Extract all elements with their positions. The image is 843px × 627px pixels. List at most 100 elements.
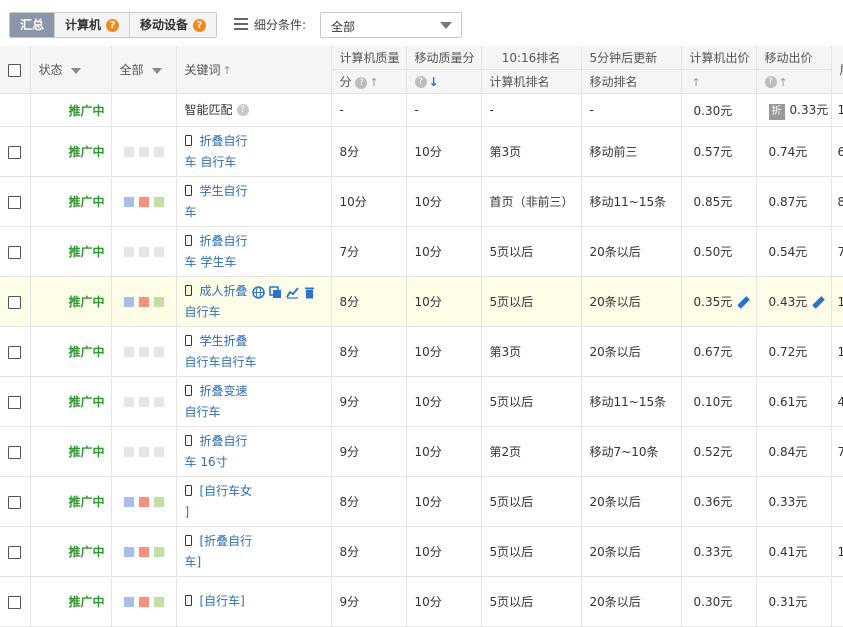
row-checkbox[interactable] (8, 396, 21, 409)
keyword-link[interactable]: 车 自行车 (185, 155, 237, 169)
mobile-bid[interactable]: 0.87元 (769, 195, 808, 209)
header-status[interactable]: 状态 (30, 46, 111, 94)
keyword-link[interactable]: 折叠自行 (200, 134, 248, 148)
keyword-link[interactable]: 成人折叠 (200, 284, 248, 298)
row-checkbox[interactable] (8, 296, 21, 309)
mobile-quality-score: 10分 (406, 477, 481, 527)
row-checkbox[interactable] (8, 346, 21, 359)
copy-icon[interactable] (269, 285, 282, 298)
keyword-link[interactable]: 折叠变速 (200, 384, 248, 398)
pc-bid[interactable]: 0.50元 (694, 245, 733, 259)
tab-computer[interactable]: 计算机? (55, 13, 130, 37)
device-indicator (111, 177, 176, 227)
pc-bid[interactable]: 0.52元 (694, 445, 733, 459)
header-pc-rank[interactable]: 计算机排名 (481, 70, 581, 94)
mobile-bid[interactable]: 0.61元 (769, 395, 808, 409)
header-pc-quality[interactable]: 计算机质量 (331, 46, 406, 70)
header-mobile-quality-sub[interactable]: ?↓ (406, 70, 481, 94)
help-icon[interactable]: ? (193, 19, 206, 32)
help-icon[interactable]: ? (106, 19, 119, 32)
mobile-bid[interactable]: 0.33元 (769, 495, 808, 509)
keyword-link[interactable]: 车 学生车 (185, 255, 237, 269)
pc-bid[interactable]: 0.33元 (694, 545, 733, 559)
header-pc-bid-sub[interactable]: ↑ (681, 70, 756, 94)
pc-bid[interactable]: 0.30元 (694, 595, 733, 609)
pc-bid[interactable]: 0.67元 (694, 345, 733, 359)
caret-down-icon (152, 68, 162, 74)
phone-icon (185, 235, 192, 246)
keyword-link[interactable]: ] (185, 505, 190, 519)
row-checkbox-cell (0, 327, 30, 377)
pc-bid[interactable]: 0.36元 (694, 495, 733, 509)
keyword-link[interactable]: 车] (185, 555, 202, 569)
row-checkbox[interactable] (8, 246, 21, 259)
trash-icon[interactable] (303, 285, 316, 298)
edit-pencil-icon[interactable] (812, 296, 825, 309)
mobile-bid-cell: 0.54元 (756, 227, 831, 277)
pc-rank: 5页以后 (481, 227, 581, 277)
tab-summary[interactable]: 汇总 (10, 13, 55, 37)
header-mobile-bid-sub[interactable]: ?↑ (756, 70, 831, 94)
pc-bid[interactable]: 0.35元 (694, 295, 733, 309)
header-extra-label: 展 (840, 63, 843, 77)
help-icon[interactable]: ? (355, 77, 367, 89)
pc-rank: - (481, 94, 581, 127)
help-icon[interactable]: ? (237, 104, 249, 116)
pc-bid[interactable]: 0.85元 (694, 195, 733, 209)
row-checkbox[interactable] (8, 546, 21, 559)
mobile-quality-score: 10分 (406, 327, 481, 377)
table-row: 推广中[折叠自行车]8分10分5页以后20条以后0.33元0.41元1 (0, 527, 843, 577)
row-checkbox[interactable] (8, 496, 21, 509)
keyword-link[interactable]: [自行车女 (200, 484, 253, 498)
trend-chart-icon[interactable] (286, 285, 299, 298)
header-mobile-rank[interactable]: 移动排名 (581, 70, 681, 94)
header-pc-quality-sub[interactable]: 分 ?↑ (331, 70, 406, 94)
header-mobile-bid[interactable]: 移动出价 (756, 46, 831, 70)
row-checkbox[interactable] (8, 446, 21, 459)
row-checkbox[interactable] (8, 596, 21, 609)
keyword-link[interactable]: 学生自行 (200, 184, 248, 198)
header-mobile-quality[interactable]: 移动质量分 (406, 46, 481, 70)
device-square (139, 247, 149, 257)
help-icon[interactable]: ? (765, 76, 777, 88)
header-extra[interactable]: 展 (831, 46, 843, 94)
keyword-link[interactable]: [自行车] (200, 594, 245, 608)
row-checkbox[interactable] (8, 196, 21, 209)
keyword-link[interactable]: 自行车自行车 (185, 355, 257, 369)
select-all-checkbox[interactable] (8, 64, 21, 77)
keyword-link[interactable]: [折叠自行 (200, 534, 253, 548)
edit-pencil-icon[interactable] (737, 296, 750, 309)
help-icon[interactable]: ? (415, 76, 427, 88)
pc-bid[interactable]: 0.57元 (694, 145, 733, 159)
keyword-link[interactable]: 车 16寸 (185, 455, 228, 469)
keyword-cell: 折叠自行车 16寸 (176, 427, 331, 477)
header-keyword[interactable]: 关键词↑ (176, 46, 331, 94)
keyword-link[interactable]: 自行车 (185, 305, 221, 319)
mobile-bid[interactable]: 0.74元 (769, 145, 808, 159)
pc-rank: 第2页 (481, 427, 581, 477)
keyword-link[interactable]: 车 (185, 205, 197, 219)
pc-bid[interactable]: 0.30元 (694, 104, 733, 118)
mobile-bid[interactable]: 0.41元 (769, 545, 808, 559)
header-pc-bid[interactable]: 计算机出价 (681, 46, 756, 70)
mobile-bid[interactable]: 0.84元 (769, 445, 808, 459)
keyword-link[interactable]: 自行车 (185, 405, 221, 419)
table-header-row: 状态 全部 关键词↑ 计算机质量 移动质量分 10:16排名 5分钟后更新 计算… (0, 46, 843, 70)
pc-bid-cell: 0.30元 (681, 577, 756, 627)
pc-bid[interactable]: 0.10元 (694, 395, 733, 409)
device-indicator (111, 227, 176, 277)
row-checkbox[interactable] (8, 146, 21, 159)
keyword-link[interactable]: 学生折叠 (200, 334, 248, 348)
filter-select[interactable]: 全部 (320, 12, 462, 38)
tab-mobile[interactable]: 移动设备? (130, 13, 216, 37)
globe-icon[interactable] (252, 285, 265, 298)
header-device[interactable]: 全部 (111, 46, 176, 94)
keyword-link[interactable]: 折叠自行 (200, 234, 248, 248)
keyword-link[interactable]: 折叠自行 (200, 434, 248, 448)
mobile-bid[interactable]: 0.33元 (790, 103, 829, 117)
mobile-bid[interactable]: 0.54元 (769, 245, 808, 259)
mobile-bid[interactable]: 0.72元 (769, 345, 808, 359)
mobile-bid[interactable]: 0.43元 (769, 295, 808, 309)
mobile-bid[interactable]: 0.31元 (769, 595, 808, 609)
keyword-cell: 智能匹配? (176, 94, 331, 127)
